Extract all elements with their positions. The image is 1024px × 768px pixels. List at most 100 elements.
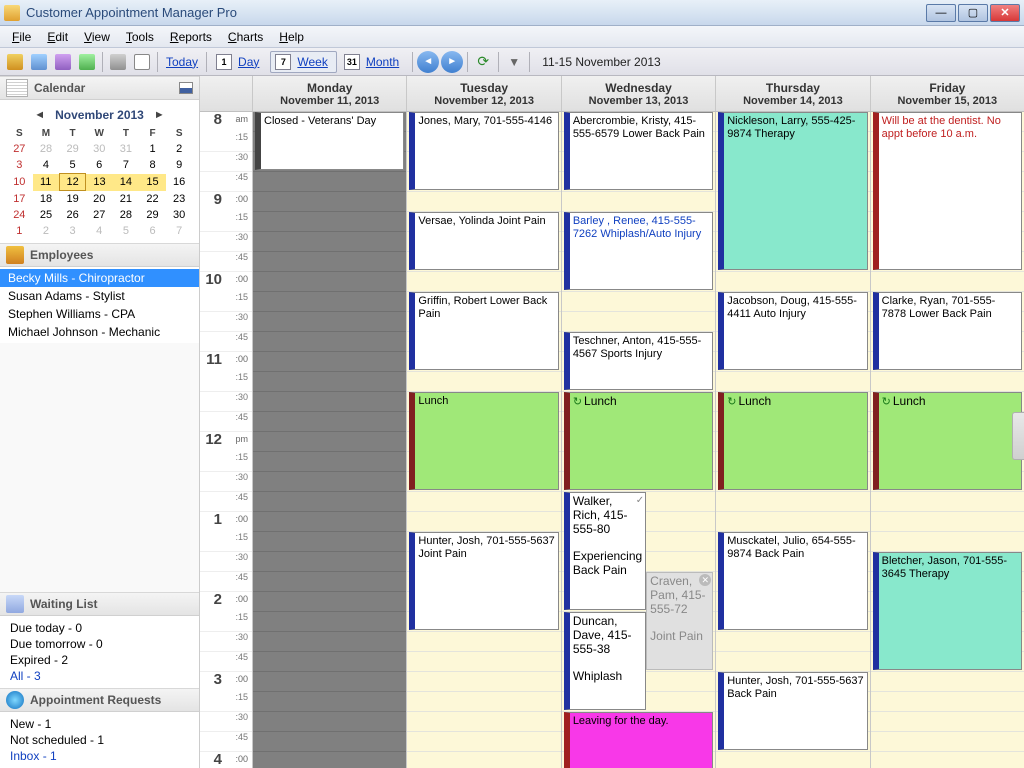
employee-item[interactable]: Becky Mills - Chiropractor: [0, 269, 199, 287]
menu-charts[interactable]: Charts: [220, 28, 271, 46]
minical-day[interactable]: 22: [139, 191, 166, 208]
minical-day[interactable]: 16: [166, 174, 193, 191]
appt-tue-hunter[interactable]: Hunter, Josh, 701-555-5637 Joint Pain: [409, 532, 558, 630]
appt-abercrombie[interactable]: Abercrombie, Kristy, 415-555-6579 Lower …: [564, 112, 713, 190]
menu-tools[interactable]: Tools: [118, 28, 162, 46]
customers-button[interactable]: [52, 51, 74, 73]
waiting-all[interactable]: All - 3: [10, 668, 189, 684]
appt-musckatel[interactable]: Musckatel, Julio, 654-555-9874 Back Pain: [718, 532, 867, 630]
minical-prev[interactable]: ◄: [34, 109, 45, 121]
appt-nickleson[interactable]: Nickleson, Larry, 555-425-9874 Therapy: [718, 112, 867, 270]
appt-versae[interactable]: Versae, Yolinda Joint Pain: [409, 212, 558, 270]
employee-item[interactable]: Susan Adams - Stylist: [0, 287, 199, 305]
day-header[interactable]: ThursdayNovember 14, 2013: [715, 76, 869, 111]
view-month-button[interactable]: 31Month: [339, 51, 408, 73]
appt-craven[interactable]: Craven, Pam, 415-555-72Joint Pain✕: [646, 572, 713, 670]
minical-day[interactable]: 30: [86, 141, 113, 157]
minical-day[interactable]: 29: [139, 207, 166, 223]
today-link[interactable]: Today: [162, 55, 202, 69]
minical-day[interactable]: 7: [113, 157, 140, 174]
print-button[interactable]: [107, 51, 129, 73]
appt-fri-lunch[interactable]: ↻Lunch: [873, 392, 1022, 490]
day-thursday[interactable]: Nickleson, Larry, 555-425-9874 Therapy J…: [715, 112, 869, 768]
minical-day[interactable]: 21: [113, 191, 140, 208]
minical-day[interactable]: 13: [86, 174, 113, 191]
day-header[interactable]: WednesdayNovember 13, 2013: [561, 76, 715, 111]
menu-file[interactable]: File: [4, 28, 39, 46]
menu-help[interactable]: Help: [271, 28, 312, 46]
minical-day[interactable]: 27: [86, 207, 113, 223]
minical-day[interactable]: 11: [33, 174, 60, 191]
list-button[interactable]: [131, 51, 153, 73]
appt-thu-lunch[interactable]: ↻Lunch: [718, 392, 867, 490]
maximize-button[interactable]: ▢: [958, 4, 988, 22]
minical-day[interactable]: 5: [113, 223, 140, 239]
requests-notsched[interactable]: Not scheduled - 1: [10, 732, 189, 748]
appt-bletcher[interactable]: Bletcher, Jason, 701-555-3645 Therapy: [873, 552, 1022, 670]
appt-note-dentist[interactable]: Will be at the dentist. No appt before 1…: [873, 112, 1022, 270]
minical-day[interactable]: 27: [6, 141, 33, 157]
minical-day[interactable]: 15: [139, 174, 166, 191]
appt-walker[interactable]: Walker, Rich, 415-555-80Experiencing Bac…: [564, 492, 646, 610]
day-header[interactable]: MondayNovember 11, 2013: [252, 76, 406, 111]
view-week-button[interactable]: 7Week: [270, 51, 336, 73]
minical-day[interactable]: 2: [33, 223, 60, 239]
waiting-panel-header[interactable]: Waiting List: [0, 592, 199, 616]
day-header[interactable]: FridayNovember 15, 2013: [870, 76, 1024, 111]
minical-day[interactable]: 10: [6, 174, 33, 191]
appt-wed-lunch[interactable]: ↻Lunch: [564, 392, 713, 490]
day-header[interactable]: TuesdayNovember 12, 2013: [406, 76, 560, 111]
minical-day[interactable]: 3: [59, 223, 86, 239]
minical-day[interactable]: 6: [139, 223, 166, 239]
minical-day[interactable]: 5: [59, 157, 86, 174]
appt-jacobson[interactable]: Jacobson, Doug, 415-555-4411 Auto Injury: [718, 292, 867, 370]
minical-day[interactable]: 12: [59, 174, 86, 191]
panel-menu-icon[interactable]: [179, 82, 193, 94]
minical-day[interactable]: 6: [86, 157, 113, 174]
minical-day[interactable]: 25: [33, 207, 60, 223]
minical-day[interactable]: 31: [113, 141, 140, 157]
minical-next[interactable]: ►: [154, 109, 165, 121]
menu-reports[interactable]: Reports: [162, 28, 220, 46]
minical-day[interactable]: 26: [59, 207, 86, 223]
menu-edit[interactable]: Edit: [39, 28, 76, 46]
minical-day[interactable]: 8: [139, 157, 166, 174]
appt-duncan[interactable]: Duncan, Dave, 415-555-38Whiplash: [564, 612, 646, 710]
minical-day[interactable]: 17: [6, 191, 33, 208]
waiting-expired[interactable]: Expired - 2: [10, 652, 189, 668]
minical-day[interactable]: 28: [33, 141, 60, 157]
prev-button[interactable]: ◄: [417, 51, 439, 73]
view-day-button[interactable]: 1Day: [211, 51, 268, 73]
requests-inbox[interactable]: Inbox - 1: [10, 748, 189, 764]
appt-leaving[interactable]: Leaving for the day.: [564, 712, 713, 768]
new-appt-button[interactable]: [4, 51, 26, 73]
appt-tue-lunch[interactable]: Lunch: [409, 392, 558, 490]
appt-barley[interactable]: Barley , Renee, 415-555-7262 Whiplash/Au…: [564, 212, 713, 290]
minical-day[interactable]: 4: [86, 223, 113, 239]
minical-day[interactable]: 29: [59, 141, 86, 157]
minical-day[interactable]: 24: [6, 207, 33, 223]
minical-day[interactable]: 1: [6, 223, 33, 239]
requests-panel-header[interactable]: Appointment Requests: [0, 688, 199, 712]
minimize-button[interactable]: —: [926, 4, 956, 22]
minical-day[interactable]: 14: [113, 174, 140, 191]
minical-day[interactable]: 30: [166, 207, 193, 223]
find-button[interactable]: [76, 51, 98, 73]
minical-day[interactable]: 18: [33, 191, 60, 208]
minical-day[interactable]: 2: [166, 141, 193, 157]
requests-new[interactable]: New - 1: [10, 716, 189, 732]
appt-thu-hunter[interactable]: Hunter, Josh, 701-555-5637 Back Pain: [718, 672, 867, 750]
minical-day[interactable]: 28: [113, 207, 140, 223]
day-friday[interactable]: Will be at the dentist. No appt before 1…: [870, 112, 1024, 768]
minical-day[interactable]: 19: [59, 191, 86, 208]
minical-day[interactable]: 9: [166, 157, 193, 174]
close-button[interactable]: ✕: [990, 4, 1020, 22]
appt-clarke[interactable]: Clarke, Ryan, 701-555-7878 Lower Back Pa…: [873, 292, 1022, 370]
filter-button[interactable]: ▼: [503, 51, 525, 73]
minical-day[interactable]: 1: [139, 141, 166, 157]
minical-day[interactable]: 20: [86, 191, 113, 208]
day-wednesday[interactable]: Abercrombie, Kristy, 415-555-6579 Lower …: [561, 112, 715, 768]
minical-day[interactable]: 23: [166, 191, 193, 208]
appt-jones[interactable]: Jones, Mary, 701-555-4146: [409, 112, 558, 190]
next-button[interactable]: ►: [441, 51, 463, 73]
